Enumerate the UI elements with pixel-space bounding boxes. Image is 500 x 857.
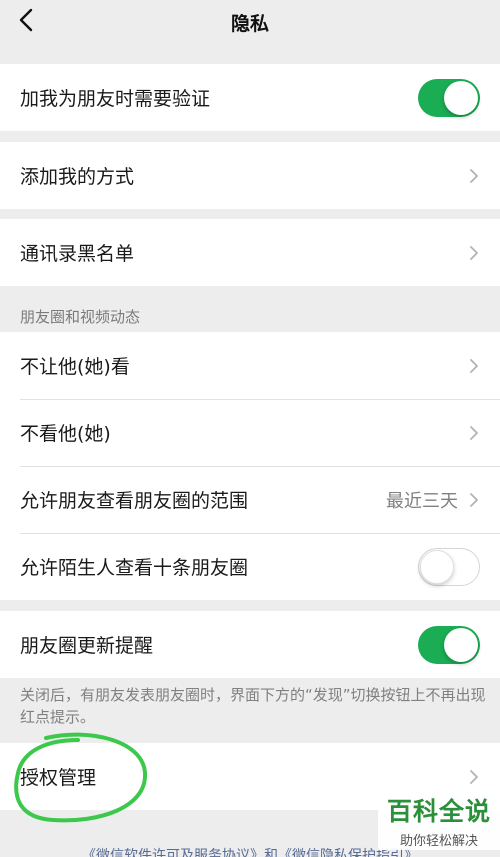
toggle-knob — [444, 80, 478, 115]
verify-group: 加我为朋友时需要验证 — [0, 64, 500, 131]
back-button[interactable] — [14, 8, 38, 32]
range-row[interactable]: 允许朋友查看朋友圈的范围 最近三天 — [0, 466, 500, 533]
verify-row: 加我为朋友时需要验证 — [0, 64, 500, 131]
chevron-left-icon — [19, 8, 33, 32]
hide-their-label: 不看他(她) — [20, 423, 111, 445]
verify-toggle[interactable] — [418, 78, 480, 117]
chevron-right-icon — [468, 244, 480, 262]
reminder-label: 朋友圈更新提醒 — [20, 635, 154, 657]
blacklist-row[interactable]: 通讯录黑名单 — [0, 219, 500, 286]
toggle-knob — [420, 549, 454, 584]
auth-label: 授权管理 — [20, 767, 97, 789]
range-value: 最近三天 — [386, 490, 458, 512]
moments-group: 不让他(她)看 不看他(她) 允许朋友查看朋友圈的范围 最近三天 允许陌生人查看… — [0, 332, 500, 600]
toggle-knob — [444, 627, 478, 662]
range-label: 允许朋友查看朋友圈的范围 — [20, 490, 249, 512]
hide-from-row[interactable]: 不让他(她)看 — [0, 332, 500, 399]
strangers-row: 允许陌生人查看十条朋友圈 — [0, 533, 500, 600]
watermark-sub: 助你轻松解决 — [399, 833, 478, 849]
chevron-right-icon — [468, 357, 480, 375]
watermark: 百科全说 助你轻松解决 — [378, 790, 500, 850]
strangers-toggle[interactable] — [418, 547, 480, 586]
reminder-note: 关闭后，有朋友发表朋友圈时，界面下方的“发现”切换按钮上不再出现红点提示。 — [20, 686, 486, 726]
hide-their-row[interactable]: 不看他(她) — [0, 399, 500, 466]
chevron-right-icon — [468, 768, 480, 786]
reminder-toggle[interactable] — [418, 625, 480, 664]
blacklist-group: 通讯录黑名单 — [0, 219, 500, 286]
add-methods-label: 添加我的方式 — [20, 166, 135, 188]
nav-bar: 隐私 — [0, 0, 500, 44]
chevron-right-icon — [468, 167, 480, 185]
strangers-label: 允许陌生人查看十条朋友圈 — [20, 557, 249, 579]
watermark-brand: 百科全说 — [386, 796, 491, 826]
blacklist-label: 通讯录黑名单 — [20, 243, 135, 265]
add-methods-row[interactable]: 添加我的方式 — [0, 142, 500, 209]
page-title: 隐私 — [230, 12, 269, 35]
chevron-right-icon — [468, 424, 480, 442]
verify-label: 加我为朋友时需要验证 — [20, 88, 211, 110]
reminder-group: 朋友圈更新提醒 — [0, 611, 500, 678]
moments-section-header: 朋友圈和视频动态 — [20, 308, 141, 326]
reminder-row: 朋友圈更新提醒 — [0, 611, 500, 678]
hide-from-label: 不让他(她)看 — [20, 356, 130, 378]
add-methods-group: 添加我的方式 — [0, 142, 500, 209]
chevron-right-icon — [468, 491, 480, 509]
